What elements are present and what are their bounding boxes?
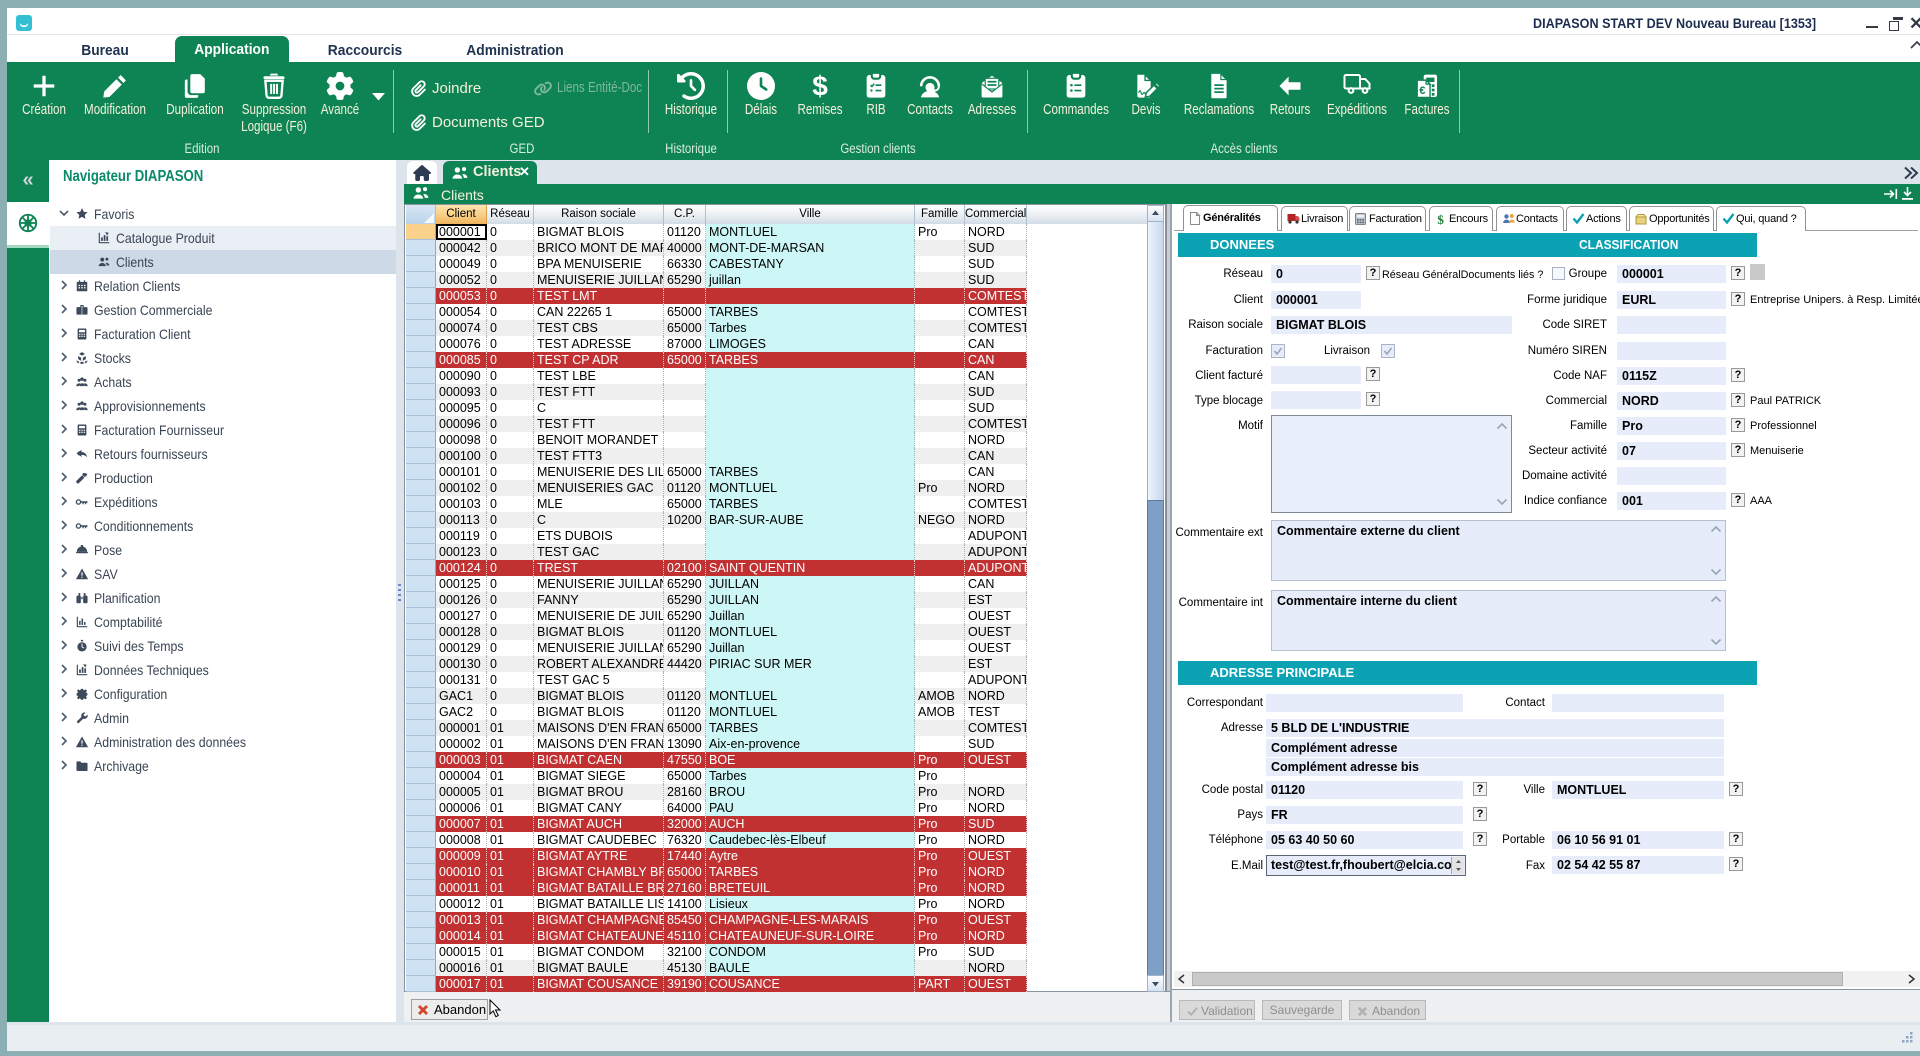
svg-text:$: $	[1437, 213, 1444, 226]
svg-text:€: €	[1419, 85, 1425, 97]
svg-text:$: $	[812, 72, 828, 100]
